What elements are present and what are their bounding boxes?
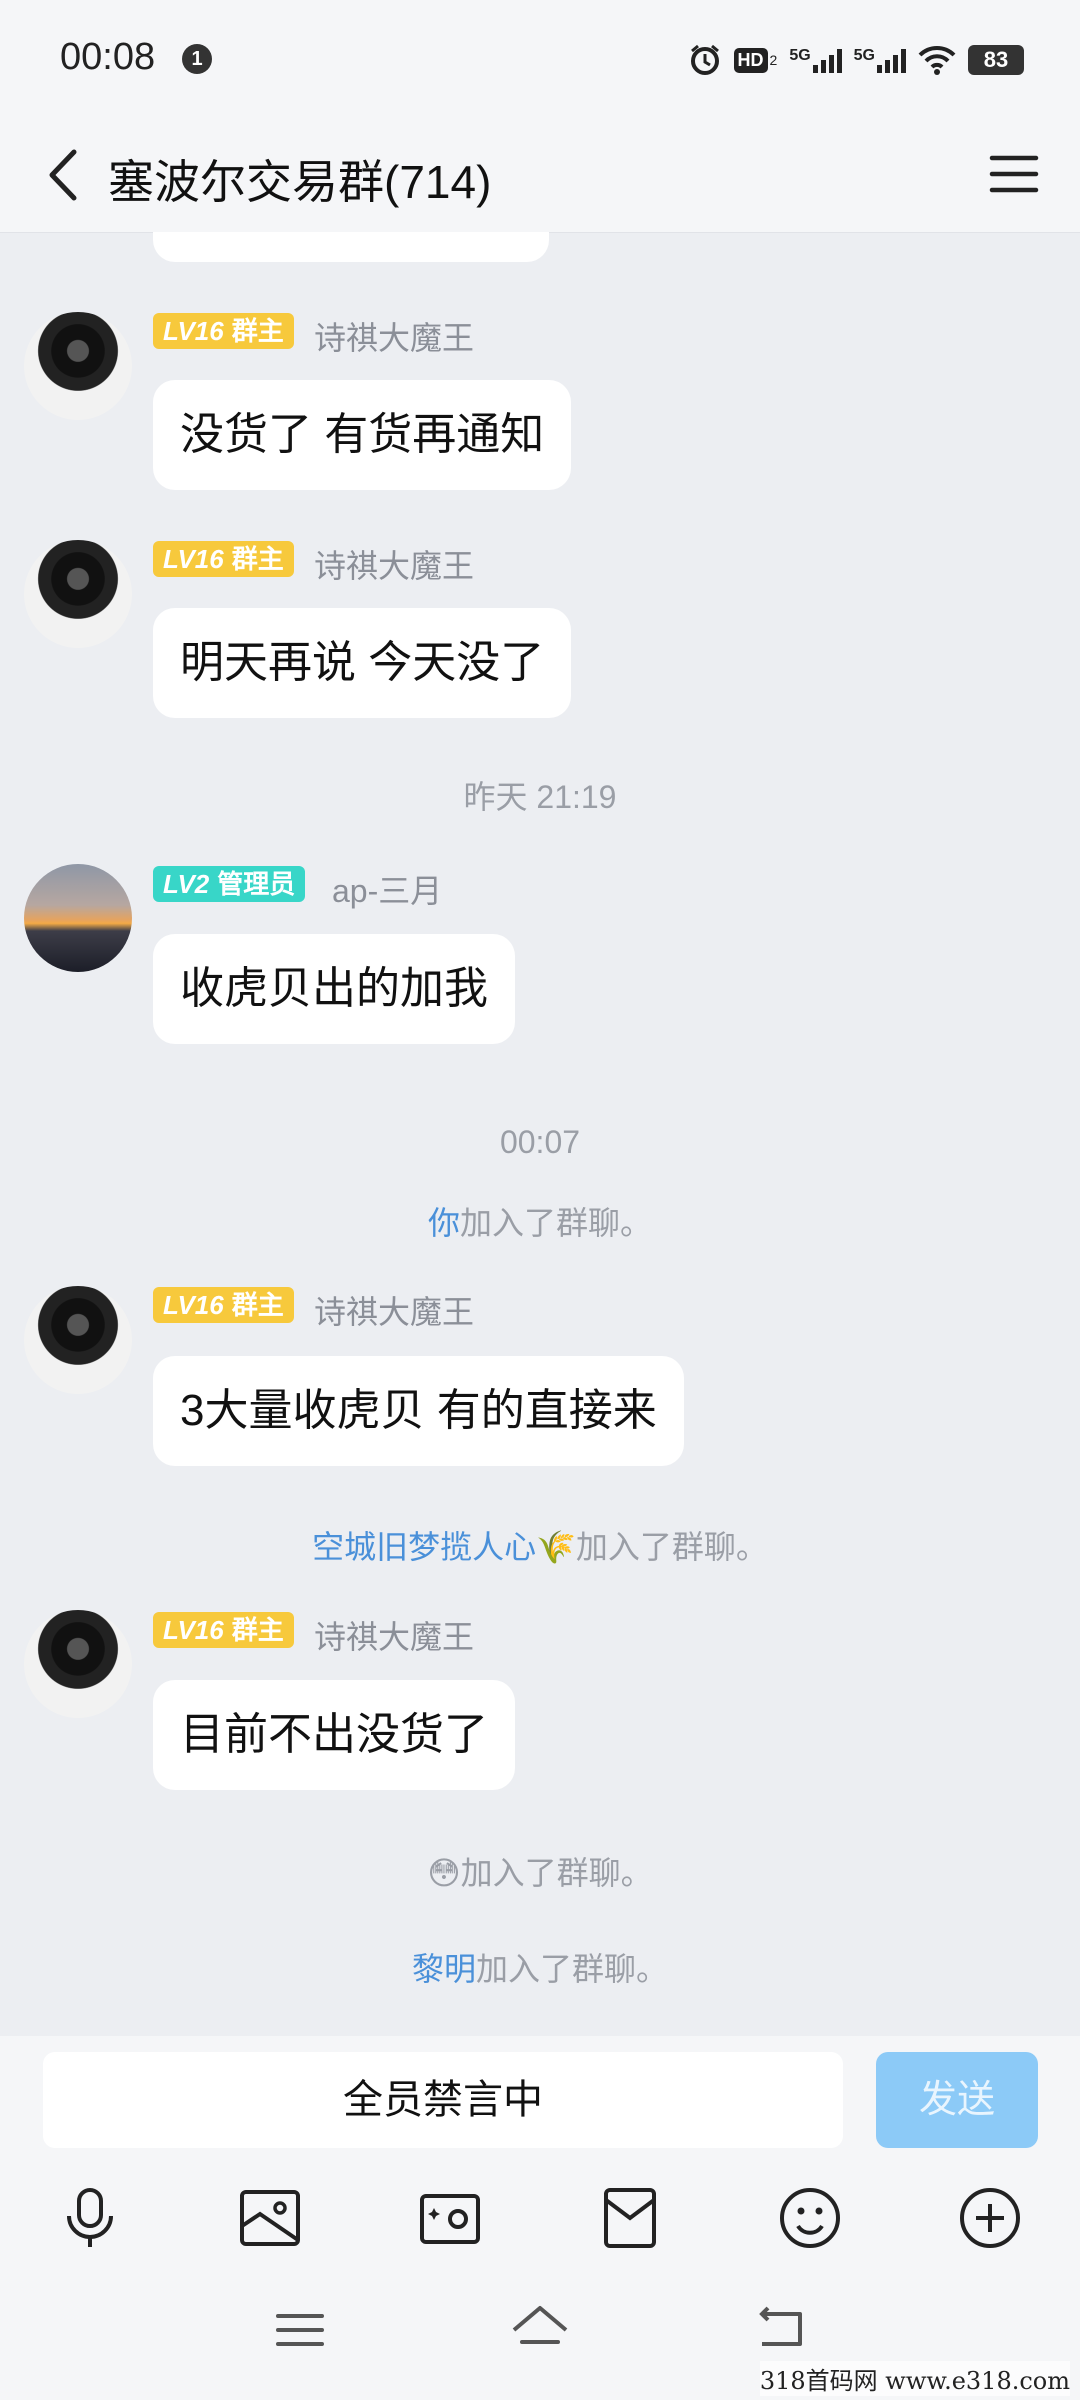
level-badge-owner: LV16 群主 xyxy=(153,313,294,349)
level-badge-owner: LV16 群主 xyxy=(153,541,294,577)
level-badge-owner: LV16 群主 xyxy=(153,1287,294,1323)
menu-icon[interactable] xyxy=(986,146,1042,202)
group-title: 塞波尔交易群(714) xyxy=(108,156,492,208)
camera-icon[interactable] xyxy=(414,2182,486,2254)
chat-header: 塞波尔交易群(714) xyxy=(0,120,1080,233)
hd-icon: HD xyxy=(733,47,768,73)
avatar[interactable] xyxy=(24,1286,132,1394)
home-icon[interactable] xyxy=(510,2300,570,2360)
avatar[interactable] xyxy=(24,312,132,420)
system-join-notice: 😳加入了群聊。 xyxy=(427,1855,653,1891)
message-bubble[interactable]: 目前不出没货了 xyxy=(153,1680,515,1790)
red-packet-icon[interactable] xyxy=(594,2182,666,2254)
emoji-icon[interactable] xyxy=(774,2182,846,2254)
message-bubble[interactable]: 3大量收虎贝 有的直接来 xyxy=(153,1356,684,1466)
member-emoji[interactable]: 😳 xyxy=(427,1855,460,1891)
back-arrow-icon[interactable] xyxy=(30,140,100,210)
hd-sub: 2 xyxy=(769,52,778,68)
watermark: 318首码网 www.e318.com xyxy=(759,2361,1070,2396)
sender-name: ap-三月 xyxy=(332,873,443,909)
member-link[interactable]: 你 xyxy=(428,1205,460,1241)
system-join-notice: 空城旧梦揽人心🌾加入了群聊。 xyxy=(312,1529,768,1565)
recent-apps-icon[interactable] xyxy=(270,2300,330,2360)
microphone-icon[interactable] xyxy=(54,2182,126,2254)
notification-badge: 1 xyxy=(182,44,212,74)
system-join-notice: 你加入了群聊。 xyxy=(427,1205,653,1241)
signal-5g-icon-2: 5G xyxy=(854,47,906,73)
image-icon[interactable] xyxy=(234,2182,306,2254)
message-bubble[interactable]: 收虎贝出的加我 xyxy=(153,934,515,1044)
member-link[interactable]: 空城旧梦揽人心🌾 xyxy=(312,1529,576,1565)
timestamp: 昨天 21:19 xyxy=(463,779,617,815)
avatar[interactable] xyxy=(24,864,132,972)
message-input-muted[interactable]: 全员禁言中 xyxy=(43,2052,843,2148)
sender-name: 诗祺大魔王 xyxy=(314,1294,475,1330)
send-button[interactable]: 发送 xyxy=(876,2052,1038,2148)
avatar[interactable] xyxy=(24,1610,132,1718)
sender-name: 诗祺大魔王 xyxy=(314,1619,475,1655)
sender-name: 诗祺大魔王 xyxy=(314,548,475,584)
alarm-icon xyxy=(690,44,719,75)
avatar[interactable] xyxy=(24,540,132,648)
message-bubble[interactable]: 没货了 有货再通知 xyxy=(153,380,572,490)
member-link[interactable]: 黎明 xyxy=(412,1951,476,1987)
sender-name: 诗祺大魔王 xyxy=(314,320,475,356)
level-badge-owner: LV16 群主 xyxy=(153,1612,294,1648)
message-bubble-partial xyxy=(153,232,549,262)
status-time: 00:08 xyxy=(60,36,156,78)
message-bubble[interactable]: 明天再说 今天没了 xyxy=(153,608,572,718)
battery-icon: 83 xyxy=(968,45,1024,75)
plus-icon[interactable] xyxy=(954,2182,1026,2254)
wifi-icon xyxy=(918,45,956,75)
level-badge-admin: LV2 管理员 xyxy=(153,866,306,902)
timestamp: 00:07 xyxy=(499,1124,581,1160)
signal-5g-icon-1: 5G xyxy=(789,47,842,73)
back-nav-icon[interactable] xyxy=(750,2300,810,2360)
system-join-notice: 黎明加入了群聊。 xyxy=(411,1951,669,1987)
status-icons: HD 2 5G 5G 83 xyxy=(688,40,1024,80)
